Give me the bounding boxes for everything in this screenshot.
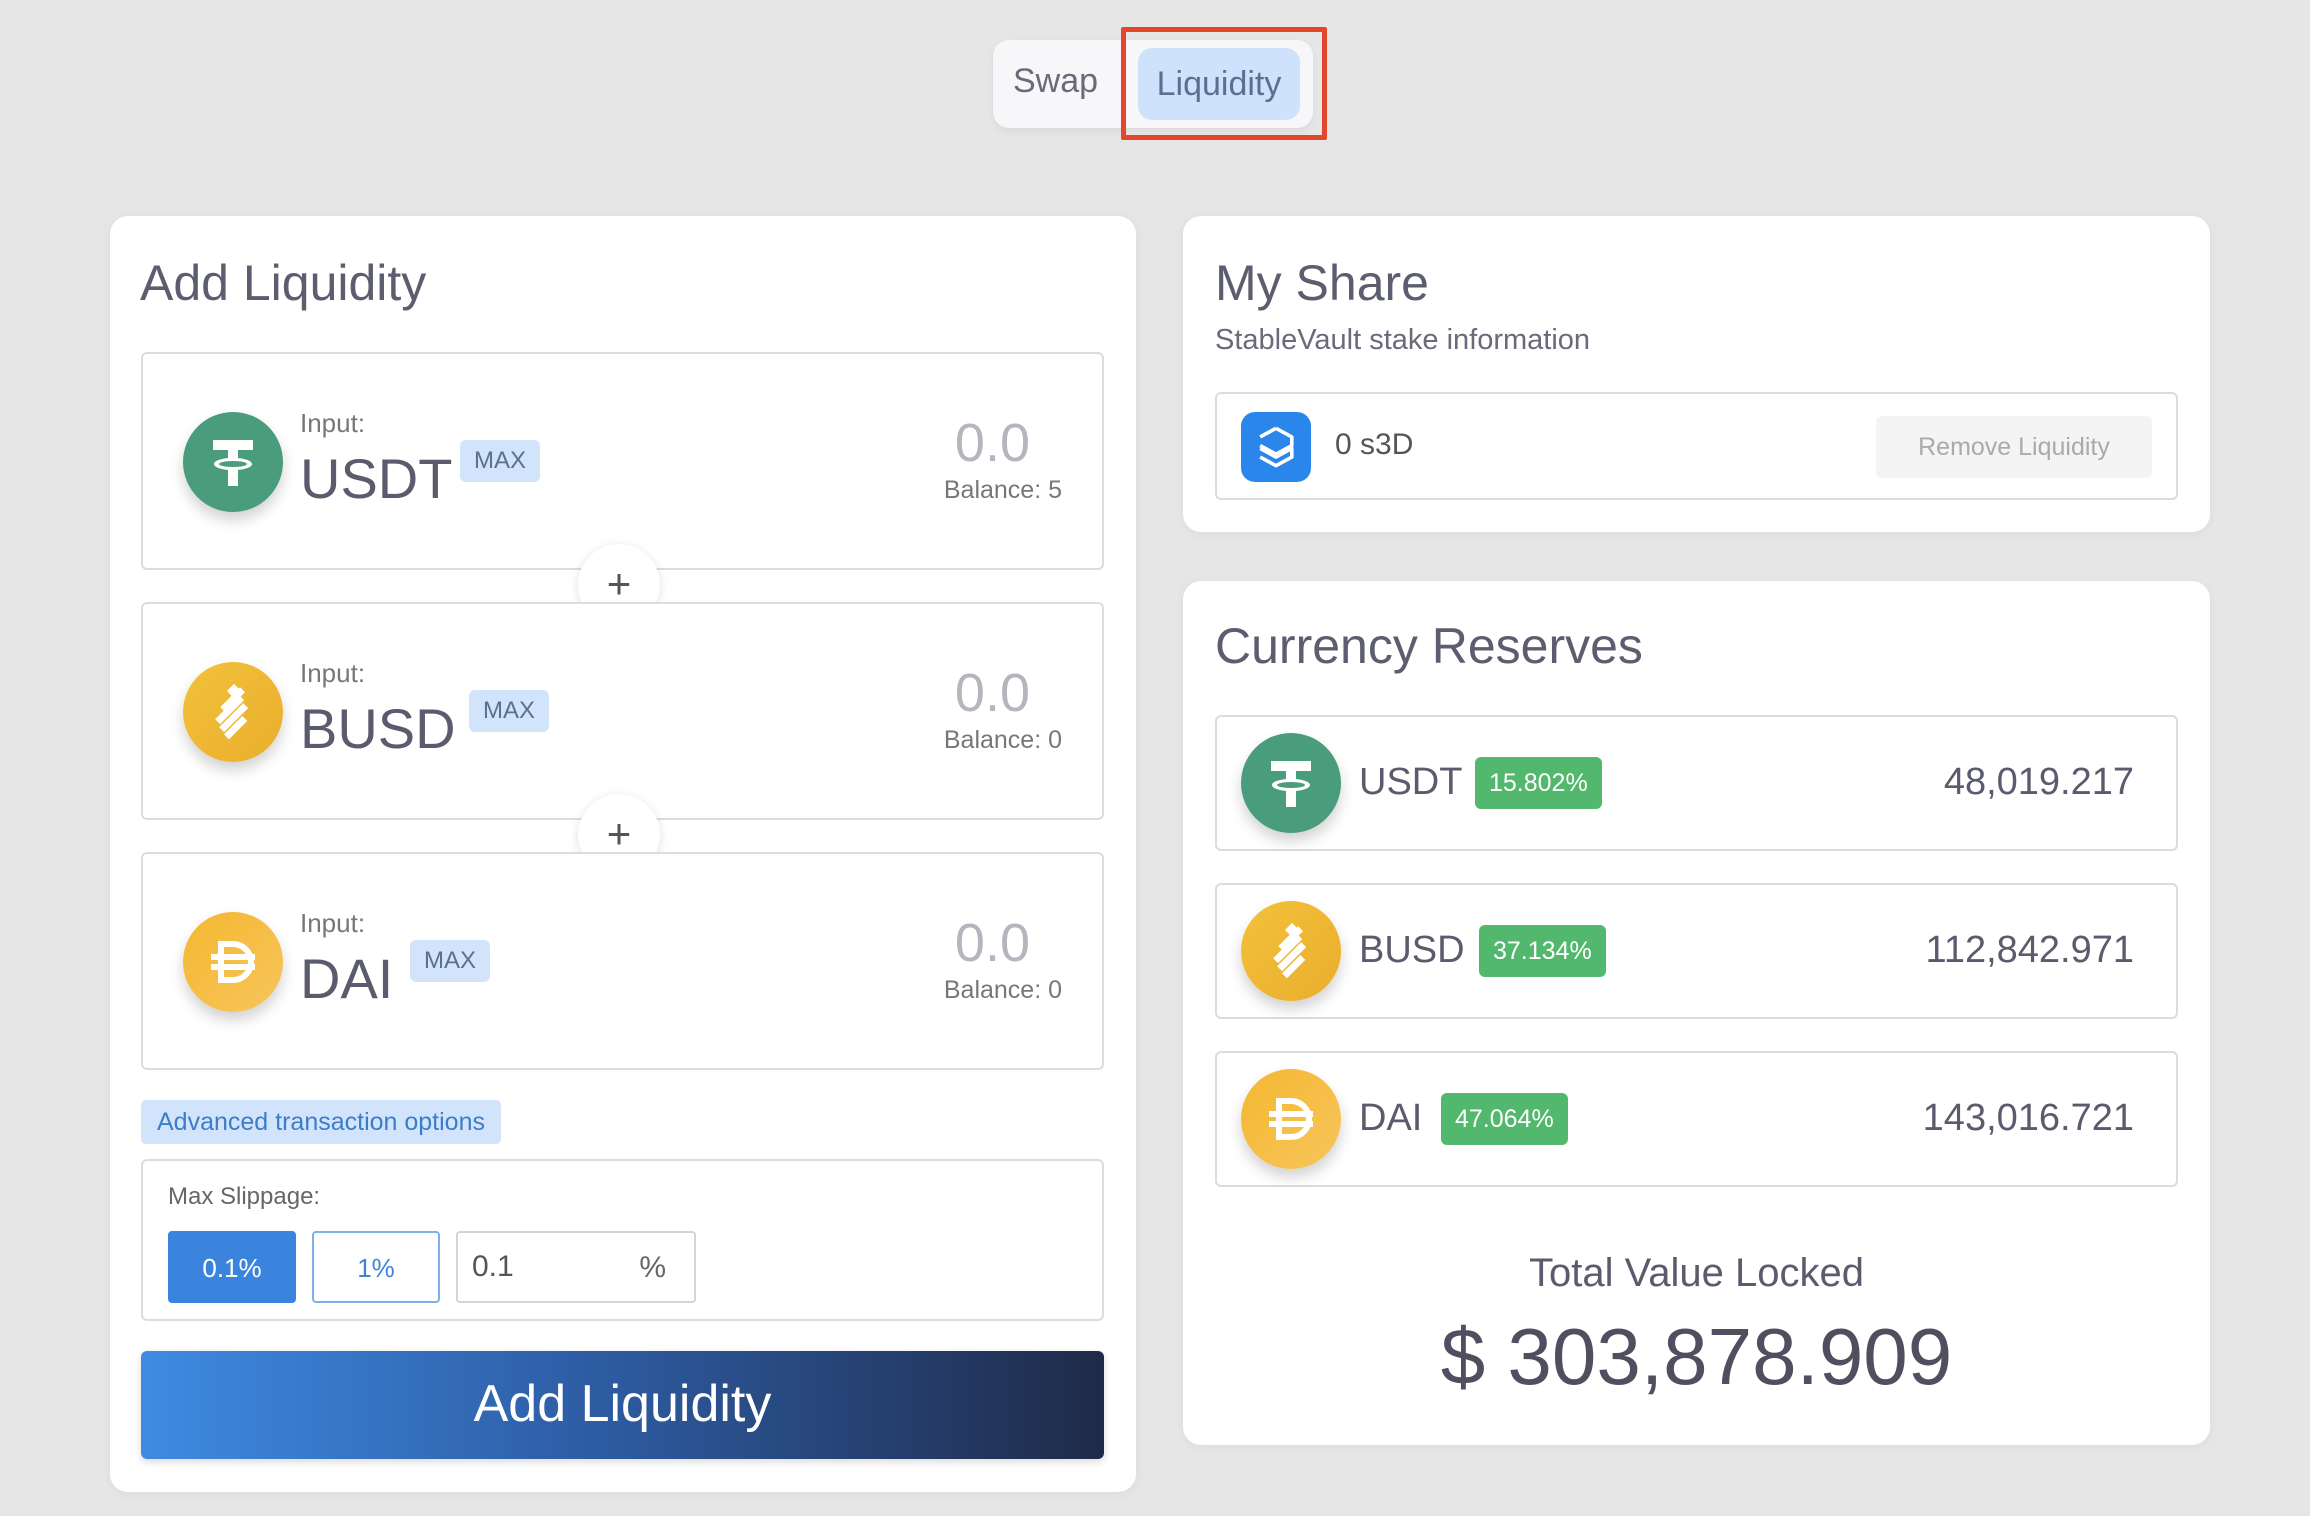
dai-balance: Balance: 0 [943,976,1062,1004]
reserve-row-usdt: USDT 15.802% 48,019.217 [1215,715,2178,851]
add-liquidity-panel: Add Liquidity Input: USDT MAX 0.0 Balanc… [110,216,1136,1492]
my-share-subtitle: StableVault stake information [1215,324,1591,356]
reserve-percent-badge: 37.134% [1479,925,1606,977]
reserve-value: 143,016.721 [1922,1097,2134,1139]
usdt-icon [1241,733,1341,833]
my-share-panel: My Share StableVault stake information 0… [1183,216,2210,532]
dai-max-button[interactable]: MAX [410,940,491,982]
slippage-settings: Max Slippage: 0.1% 1% % [141,1159,1104,1321]
dai-token-name: DAI [300,947,394,1010]
usdt-input-box: Input: USDT MAX 0.0 Balance: 5 [141,352,1104,570]
stake-info-box: 0 s3D Remove Liquidity [1215,392,2178,500]
reserve-token-name: BUSD [1359,929,1465,971]
reserve-value: 48,019.217 [1943,761,2134,803]
reserve-percent-badge: 47.064% [1441,1093,1568,1145]
usdt-balance: Balance: 5 [943,476,1062,504]
swap-liquidity-tabs: Swap Liquidity [993,40,1313,128]
busd-max-button[interactable]: MAX [469,690,550,732]
usdt-icon [183,412,283,512]
s3d-balance: 0 s3D [1335,428,1414,461]
dai-icon [183,912,283,1012]
slippage-custom-input[interactable] [472,1233,622,1301]
busd-input-label: Input: [300,658,366,688]
remove-liquidity-button[interactable]: Remove Liquidity [1876,416,2152,478]
reserve-token-name: USDT [1359,761,1463,803]
tab-liquidity[interactable]: Liquidity [1138,48,1300,120]
reserve-row-busd: BUSD 37.134% 112,842.971 [1215,883,2178,1019]
dai-amount-input[interactable]: 0.0 [955,912,1030,974]
usdt-max-button[interactable]: MAX [460,440,541,482]
tab-swap[interactable]: Swap [1013,62,1098,101]
dai-icon [1241,1069,1341,1169]
busd-balance: Balance: 0 [943,726,1062,754]
add-liquidity-title: Add Liquidity [140,255,427,311]
busd-token-name: BUSD [300,697,456,760]
slippage-percent-unit: % [639,1251,666,1284]
currency-reserves-panel: Currency Reserves USDT 15.802% 48,019.21… [1183,581,2210,1445]
add-liquidity-button[interactable]: Add Liquidity [141,1351,1104,1459]
busd-input-box: Input: BUSD MAX 0.0 Balance: 0 [141,602,1104,820]
usdt-input-label: Input: [300,408,366,438]
busd-amount-input[interactable]: 0.0 [955,662,1030,724]
usdt-token-name: USDT [300,447,453,510]
busd-icon [1241,901,1341,1001]
my-share-title: My Share [1215,255,1429,311]
slippage-label: Max Slippage: [168,1183,321,1210]
reserve-row-dai: DAI 47.064% 143,016.721 [1215,1051,2178,1187]
dai-input-box: Input: DAI MAX 0.0 Balance: 0 [141,852,1104,1070]
tvl-label: Total Value Locked [1528,1251,1865,1295]
advanced-options-toggle[interactable]: Advanced transaction options [141,1100,501,1144]
currency-reserves-title: Currency Reserves [1215,618,1643,674]
reserve-token-name: DAI [1359,1097,1423,1139]
tvl-value: $ 303,878.909 [1440,1312,1953,1401]
slippage-custom-field: % [456,1231,696,1303]
dai-input-label: Input: [300,908,366,938]
reserve-percent-badge: 15.802% [1475,757,1602,809]
reserve-value: 112,842.971 [1925,929,2135,971]
busd-icon [183,662,283,762]
s3d-token-icon [1241,412,1311,482]
usdt-amount-input[interactable]: 0.0 [955,412,1030,474]
slippage-option-1[interactable]: 1% [312,1231,440,1303]
slippage-option-0-1[interactable]: 0.1% [168,1231,296,1303]
